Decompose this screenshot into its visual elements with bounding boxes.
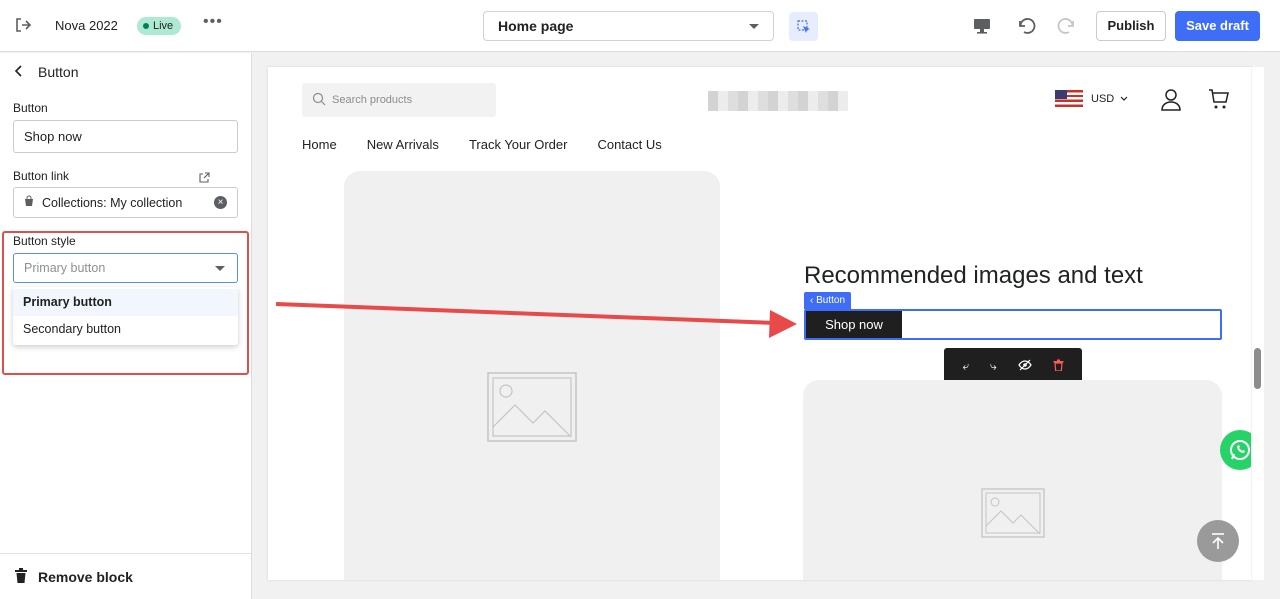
annotation-arrow [275, 302, 797, 338]
